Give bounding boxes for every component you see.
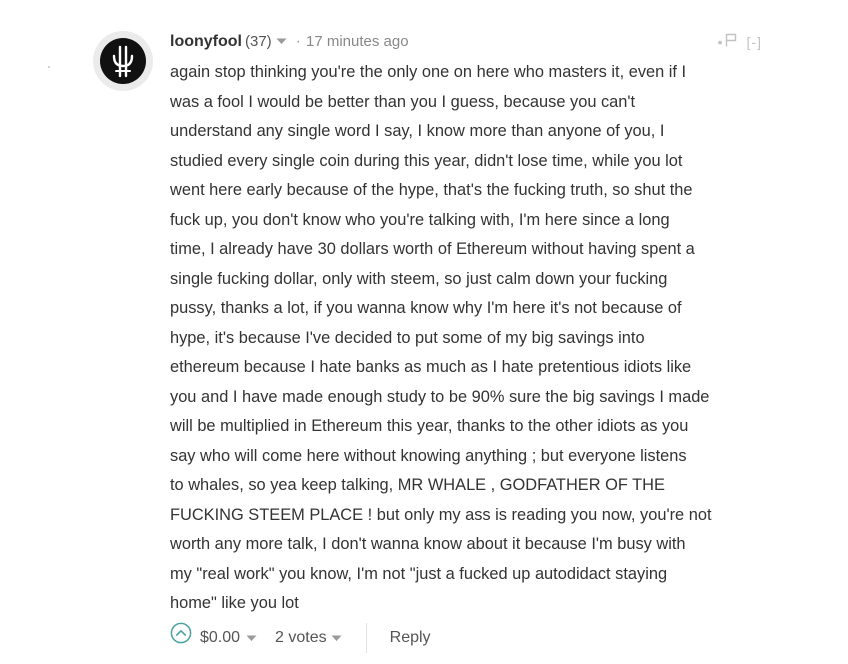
comment-actions-right: • [-] — [718, 31, 762, 53]
avatar[interactable] — [93, 31, 153, 91]
votes-count[interactable]: 2 votes — [275, 624, 327, 652]
comment-line: pussy, thanks a lot, if you wanna know w… — [170, 299, 682, 317]
comment-timestamp[interactable]: 17 minutes ago — [306, 33, 409, 50]
comment-line: worth any more talk, I don't wanna know … — [170, 535, 686, 553]
payout-amount[interactable]: $0.00 — [200, 624, 240, 652]
comment-line: hype, it's because I've decided to put s… — [170, 328, 645, 347]
avatar-logo-icon — [100, 38, 146, 84]
author-name[interactable]: loonyfool — [170, 33, 242, 50]
payout-caret-icon[interactable] — [246, 624, 257, 652]
comment-line: to whales, so yea keep talking, MR WHALE… — [170, 476, 665, 494]
footer-divider — [365, 623, 367, 653]
author-reputation: (37) — [244, 33, 272, 50]
comment-line: fuck up, you don't know who you're talki… — [170, 210, 670, 229]
comment-line: single fucking dollar, only with steem, … — [170, 269, 668, 288]
comment-line: ethereum because I hate banks as much as… — [170, 358, 692, 376]
reply-button[interactable]: Reply — [390, 624, 431, 652]
author-menu-caret-icon[interactable] — [276, 30, 287, 52]
comment-line: home" like you lot — [170, 594, 299, 612]
comment-line: my "real work" you know, I'm not "just a… — [170, 564, 668, 583]
comment-line: you and I have made enough study to be 9… — [170, 387, 710, 406]
comment-line: will be multiplied in Ethereum this year… — [170, 417, 689, 435]
comment-line: FUCKING STEEM PLACE ! but only my ass is… — [170, 505, 712, 524]
flag-dot: • — [717, 34, 723, 50]
comment-footer: $0.00 2 votes Reply — [170, 622, 431, 653]
comment-line: say who will come here without knowing a… — [170, 446, 687, 465]
comment-body: again stop thinking you're the only one … — [170, 58, 780, 619]
comment-line: went here early because of the hype, tha… — [170, 181, 693, 199]
comment-line: time, I already have 30 dollars worth of… — [170, 240, 695, 258]
stray-dot — [48, 66, 50, 68]
comment-line: again stop thinking you're the only one … — [170, 63, 687, 81]
upvote-chevron-icon[interactable] — [170, 622, 192, 654]
flag-icon[interactable] — [725, 31, 737, 53]
votes-caret-icon[interactable] — [331, 624, 342, 652]
comment-line: was a fool I would be better than you I … — [170, 92, 636, 111]
comment-line: understand any single word I say, I know… — [170, 122, 665, 140]
header-separator: · — [295, 33, 301, 50]
comment-header: loonyfool (37) · 17 minutes ago — [170, 31, 409, 53]
comment-line: studied every single coin during this ye… — [170, 151, 683, 170]
collapse-toggle[interactable]: [-] — [747, 34, 762, 50]
